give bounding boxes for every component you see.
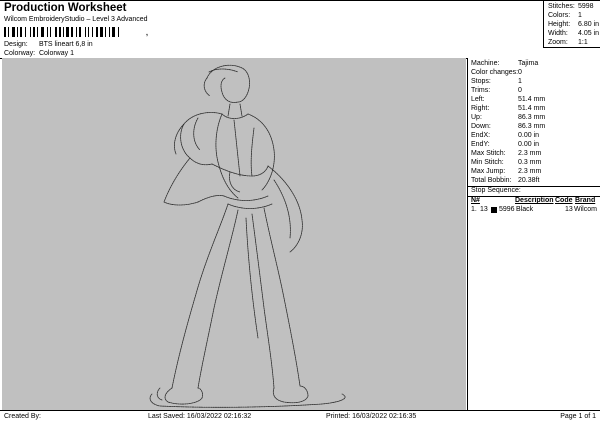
machine-info-row: Down: 86.3 mm [471,123,545,130]
design-value: BTS lineart 6,8 in [38,41,93,48]
machine-info-value: 0.3 mm [518,159,542,166]
colorway-label: Colorway: [4,50,36,57]
machine-info-value: 51.4 mm [518,96,546,103]
machine-info-label: Color changes: [471,69,519,76]
machine-info-panel: Machine: Tajima Color changes:0 Stops: 1 Trim… [467,58,600,410]
machine-info-value: 86.3 mm [518,123,546,130]
last-saved: Last Saved: 16/03/2022 02:16:32 [148,413,252,420]
machine-info-value: 20.38ft [518,177,540,184]
machine-info-row: Max Jump: 2.3 mm [471,168,541,175]
design-preview [2,58,466,410]
colorway-row: Colorway: Colorway 1 [4,50,74,57]
page-number: Page 1 of 1 [560,413,596,420]
machine-info-label: EndX: [471,132,491,139]
design-row: Design: BTS lineart 6,8 in [4,41,93,48]
stop-sequence-columns: N# Description Code Brand [468,197,600,206]
machine-info-value: Tajima [518,60,539,67]
stop-sequence-row: 1. 13 5996 Black 13 Wilcom [468,206,600,215]
machine-info-label: Up: [471,114,482,121]
stop-sequence-header: Stop Sequence: [468,186,600,197]
machine-info-value: 0 [518,87,522,94]
machine-info-value: 0.00 in [518,132,540,139]
machine-info-label: Max Jump: [471,168,506,175]
machine-info-row: Total Bobbin: 20.38ft [471,177,539,184]
stop-brand: Wilcom [574,206,597,213]
machine-info-label: Max Stitch: [471,150,506,157]
machine-info-row: EndX: 0.00 in [471,132,539,139]
machine-info-value: 0 [518,69,522,76]
machine-info-value: 0.00 in [518,141,540,148]
col-brand: Brand [575,197,596,204]
machine-info-label: Down: [471,123,491,130]
barcode [4,27,119,37]
stat-zoom: Zoom: 1:1 [548,39,588,46]
thread-color-swatch [491,207,497,213]
col-number: N# [471,197,480,204]
machine-info-label: EndY: [471,141,490,148]
machine-info-row: Left: 51.4 mm [471,96,545,103]
col-description: Description [515,197,554,204]
machine-info-label: Min Stitch: [471,159,504,166]
stop-description: Black [516,206,534,213]
machine-info-value: 1 [518,78,522,85]
machine-info-label: Left: [471,96,485,103]
machine-info-row: Stops: 1 [471,78,522,85]
machine-info-value: 2.3 mm [518,150,542,157]
stop-index: 1. [471,206,477,213]
stop-sequence-title: Stop Sequence: [471,187,521,194]
colorway-value: Colorway 1 [38,50,74,57]
stop-code: 13 [565,206,573,213]
machine-info-row: Up: 86.3 mm [471,114,545,121]
stat-colors: Colors: 1 [548,12,582,19]
created-by: Created By: [4,413,41,420]
stat-stitches: Stitches: 5998 [548,3,594,10]
machine-info-row: Trims: 0 [471,87,522,94]
machine-info-value: 86.3 mm [518,114,546,121]
machine-info-value: 51.4 mm [518,105,546,112]
machine-info-label: Right: [471,105,490,112]
machine-info-row: Right: 51.4 mm [471,105,545,112]
page-title: Production Worksheet [4,2,127,14]
machine-info-row: EndY: 0.00 in [471,141,539,148]
stat-height: Height: 6.80 in [548,21,600,28]
machine-info-label: Trims: [471,87,491,94]
software-subtitle: Wilcom EmbroideryStudio – Level 3 Advanc… [4,16,148,23]
stop-stitches: 5996 [499,206,515,213]
machine-info-label: Machine: [471,60,500,67]
machine-info-row: Color changes:0 [471,69,522,76]
machine-info-label: Stops: [471,78,491,85]
design-stats-box: Stitches: 5998 Colors: 1 Height: 6.80 in Wi… [543,1,600,48]
machine-info-label: Total Bobbin: [471,177,512,184]
barcode-suffix: , [146,30,148,37]
printed-date: Printed: 16/03/2022 02:16:35 [326,413,417,420]
top-rule [0,0,600,1]
machine-info-value: 2.3 mm [518,168,542,175]
page-footer: Created By: Last Saved: 16/03/2022 02:16… [0,410,600,425]
machine-info-row: Max Stitch: 2.3 mm [471,150,541,157]
col-code: Code [555,197,573,204]
machine-info-row: Machine: Tajima [471,60,538,67]
stop-number: 13 [480,206,488,213]
stat-width: Width: 4.05 in [548,30,600,37]
lineart-figure [149,64,346,408]
design-label: Design: [4,41,28,48]
machine-info-row: Min Stitch: 0.3 mm [471,159,541,166]
